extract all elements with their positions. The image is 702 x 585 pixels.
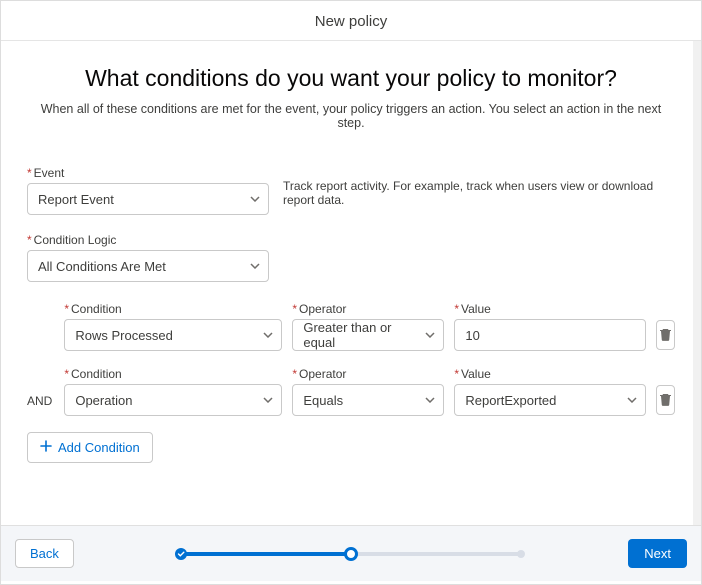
page-heading: What conditions do you want your policy …	[27, 65, 675, 92]
value-field-block: Value ReportExported	[454, 367, 646, 416]
stepper-fill	[181, 552, 351, 556]
page-subtitle: When all of these conditions are met for…	[27, 102, 675, 130]
step-dot-upcoming	[517, 550, 525, 558]
step-dot-done	[175, 548, 187, 560]
operator-field-block: Operator Equals	[292, 367, 444, 416]
condition-field-block: Condition Rows Processed	[64, 302, 282, 351]
condition-select[interactable]: Rows Processed	[64, 319, 282, 351]
add-condition-label: Add Condition	[58, 440, 140, 455]
value-input[interactable]	[454, 319, 646, 351]
value-label: Value	[454, 302, 646, 316]
and-label: AND	[27, 394, 54, 416]
trash-icon	[659, 392, 672, 409]
dialog-header: New policy	[1, 1, 701, 41]
dialog-footer: Back Next	[1, 525, 701, 581]
condition-row: AND Condition Operation Operator Equals …	[27, 367, 675, 416]
operator-label: Operator	[292, 367, 444, 381]
chevron-down-icon	[250, 263, 260, 269]
condition-label: Condition	[64, 302, 282, 316]
value-field-block: Value	[454, 302, 646, 351]
chevron-down-icon	[250, 196, 260, 202]
event-select[interactable]: Report Event	[27, 183, 269, 215]
dialog-body: What conditions do you want your policy …	[1, 41, 701, 525]
chevron-down-icon	[263, 397, 273, 403]
delete-condition-button[interactable]	[656, 320, 675, 350]
next-button[interactable]: Next	[628, 539, 687, 568]
check-icon	[177, 550, 185, 558]
condition-row: Condition Rows Processed Operator Greate…	[27, 302, 675, 351]
chevron-down-icon	[425, 332, 435, 338]
dialog-title: New policy	[315, 13, 388, 30]
operator-label: Operator	[292, 302, 444, 316]
condition-field-block: Condition Operation	[64, 367, 282, 416]
chevron-down-icon	[627, 397, 637, 403]
back-button[interactable]: Back	[15, 539, 74, 568]
condition-value: Rows Processed	[75, 328, 173, 343]
add-condition-button[interactable]: Add Condition	[27, 432, 153, 463]
condition-label: Condition	[64, 367, 282, 381]
operator-select[interactable]: Greater than or equal	[292, 319, 444, 351]
value-select[interactable]: ReportExported	[454, 384, 646, 416]
event-select-value: Report Event	[38, 192, 114, 207]
chevron-down-icon	[263, 332, 273, 338]
condition-logic-value: All Conditions Are Met	[38, 259, 166, 274]
operator-value: Greater than or equal	[303, 320, 415, 350]
operator-field-block: Operator Greater than or equal	[292, 302, 444, 351]
operator-select[interactable]: Equals	[292, 384, 444, 416]
delete-condition-button[interactable]	[656, 385, 675, 415]
scrollbar-track[interactable]	[693, 41, 701, 525]
event-row: Event Report Event Track report activity…	[27, 166, 675, 215]
event-hint: Track report activity. For example, trac…	[283, 179, 675, 215]
condition-select[interactable]: Operation	[64, 384, 282, 416]
value-label: Value	[454, 367, 646, 381]
operator-value: Equals	[303, 393, 343, 408]
trash-icon	[659, 327, 672, 344]
condition-value: Operation	[75, 393, 132, 408]
condition-logic-select[interactable]: All Conditions Are Met	[27, 250, 269, 282]
and-spacer	[27, 343, 54, 351]
condition-logic-block: Condition Logic All Conditions Are Met	[27, 233, 675, 282]
conditions-list: Condition Rows Processed Operator Greate…	[27, 302, 675, 416]
event-label: Event	[27, 166, 269, 180]
progress-stepper	[181, 546, 521, 562]
value-select-value: ReportExported	[465, 393, 556, 408]
condition-logic-label: Condition Logic	[27, 233, 675, 247]
chevron-down-icon	[425, 397, 435, 403]
event-block: Event Report Event	[27, 166, 269, 215]
step-dot-current	[344, 547, 358, 561]
plus-icon	[40, 440, 52, 455]
